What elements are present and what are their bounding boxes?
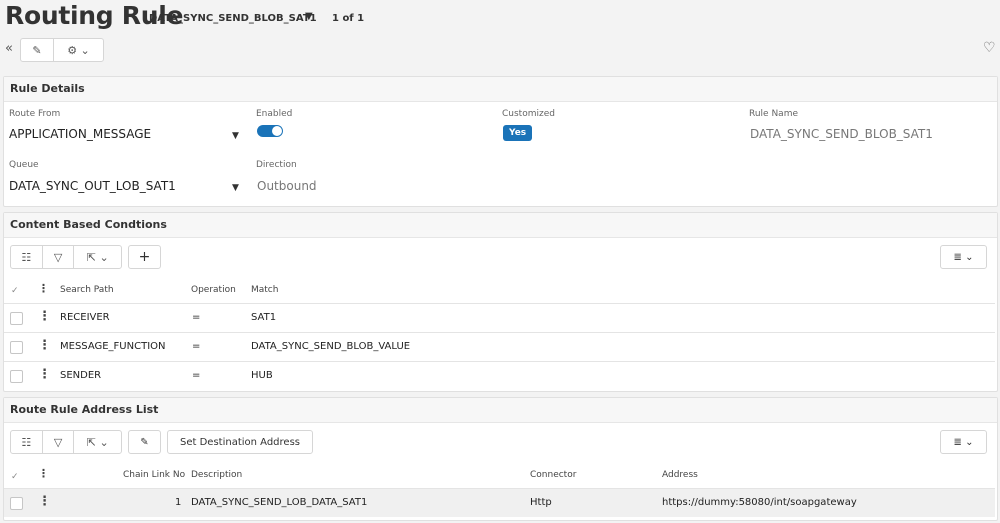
select-all-check-icon[interactable]: ✓ [11, 472, 19, 482]
cell-address: https://dummy:58080/int/soapgateway [662, 497, 857, 508]
header-kebab-icon[interactable]: ⋮ [38, 467, 49, 480]
cell-operation: = [192, 341, 201, 352]
direction-value: Outbound [257, 179, 317, 193]
edit-address-button[interactable]: ✎ [128, 430, 161, 454]
route-from-label: Route From [9, 109, 61, 119]
col-connector[interactable]: Connector [530, 470, 576, 480]
cell-connector: Http [530, 497, 552, 508]
record-name[interactable]: DATA_SYNC_SEND_BLOB_SAT1 [149, 13, 317, 24]
column-settings-button[interactable]: ≣ ⌄ [940, 430, 987, 454]
row-checkbox[interactable] [10, 370, 23, 383]
rule-name-label: Rule Name [749, 109, 799, 119]
cell-operation: = [192, 312, 201, 323]
favorite-heart-icon[interactable]: ♡ [983, 40, 996, 56]
list-icon: ☷ [21, 250, 32, 264]
cell-description: DATA_SYNC_SEND_LOB_DATA_SAT1 [191, 497, 368, 508]
column-settings-button[interactable]: ≣ ⌄ [940, 245, 987, 269]
conditions-toolbar: ☷ ▽ ⇱ ⌄ [10, 245, 122, 269]
rule-details-heading: Rule Details [4, 77, 997, 102]
export-icon: ⇱ ⌄ [86, 435, 109, 449]
enabled-label: Enabled [256, 109, 293, 119]
cell-operation: = [192, 370, 201, 381]
address-list-heading: Route Rule Address List [4, 398, 997, 423]
record-count: 1 of 1 [332, 13, 365, 24]
cell-search-path: MESSAGE_FUNCTION [60, 341, 166, 352]
row-kebab-icon[interactable]: ⋮ [38, 309, 51, 324]
add-condition-button[interactable]: + [128, 245, 161, 269]
cell-chain-link-no: 1 [175, 497, 182, 508]
row-checkbox[interactable] [10, 341, 23, 354]
direction-label: Direction [256, 160, 297, 170]
cell-search-path: RECEIVER [60, 312, 110, 323]
cell-search-path: SENDER [60, 370, 102, 381]
col-operation[interactable]: Operation [191, 285, 236, 295]
edit-button[interactable]: ✎ [21, 39, 54, 61]
rule-name-value: DATA_SYNC_SEND_BLOB_SAT1 [750, 127, 933, 141]
actions-icon: ⚙ ⌄ [67, 43, 90, 57]
header-divider [4, 303, 995, 304]
record-selector-caret-icon[interactable]: ▼ [305, 11, 313, 22]
filter-button[interactable]: ▽ [43, 431, 75, 453]
row-checkbox[interactable] [10, 497, 23, 510]
enabled-toggle[interactable] [257, 125, 283, 137]
filter-button[interactable]: ▽ [43, 246, 75, 268]
list-view-button[interactable]: ☷ [11, 246, 43, 268]
record-toolbar: ✎ ⚙ ⌄ [20, 38, 104, 62]
conditions-panel: Content Based Condtions [3, 212, 998, 392]
set-destination-address-button[interactable]: Set Destination Address [167, 430, 313, 454]
col-match[interactable]: Match [251, 285, 278, 295]
export-button[interactable]: ⇱ ⌄ [74, 246, 121, 268]
row-kebab-icon[interactable]: ⋮ [38, 494, 51, 509]
export-button[interactable]: ⇱ ⌄ [74, 431, 121, 453]
column-settings-icon: ≣ ⌄ [953, 251, 974, 263]
queue-field[interactable]: DATA_SYNC_OUT_LOB_SAT1 [9, 179, 176, 193]
pencil-icon: ✎ [140, 436, 149, 448]
conditions-heading: Content Based Condtions [4, 213, 997, 238]
col-address[interactable]: Address [662, 470, 698, 480]
cell-match: SAT1 [251, 312, 277, 323]
select-all-check-icon[interactable]: ✓ [11, 286, 19, 296]
customized-label: Customized [502, 109, 555, 119]
col-description[interactable]: Description [191, 470, 242, 480]
filter-icon: ▽ [53, 435, 63, 449]
list-icon: ☷ [21, 435, 32, 449]
route-from-field[interactable]: APPLICATION_MESSAGE [9, 127, 151, 141]
filter-icon: ▽ [53, 250, 63, 264]
cell-match: DATA_SYNC_SEND_BLOB_VALUE [251, 341, 411, 352]
column-settings-icon: ≣ ⌄ [953, 436, 974, 448]
row-kebab-icon[interactable]: ⋮ [38, 367, 51, 382]
col-chain-link-no[interactable]: Chain Link No [123, 470, 185, 480]
row-checkbox[interactable] [10, 312, 23, 325]
export-icon: ⇱ ⌄ [86, 250, 109, 264]
queue-label: Queue [9, 160, 39, 170]
customized-badge: Yes [503, 125, 533, 141]
address-toolbar: ☷ ▽ ⇱ ⌄ [10, 430, 122, 454]
actions-menu-button[interactable]: ⚙ ⌄ [54, 39, 103, 61]
row-kebab-icon[interactable]: ⋮ [38, 338, 51, 353]
queue-dropdown-icon[interactable]: ▼ [232, 183, 239, 193]
cell-match: HUB [251, 370, 273, 381]
col-search-path[interactable]: Search Path [60, 285, 114, 295]
route-from-dropdown-icon[interactable]: ▼ [232, 131, 239, 141]
plus-icon: + [138, 249, 151, 265]
pencil-icon: ✎ [32, 43, 42, 57]
collapse-navigator-icon[interactable]: « [5, 41, 13, 56]
header-kebab-icon[interactable]: ⋮ [38, 282, 49, 295]
list-view-button[interactable]: ☷ [11, 431, 43, 453]
